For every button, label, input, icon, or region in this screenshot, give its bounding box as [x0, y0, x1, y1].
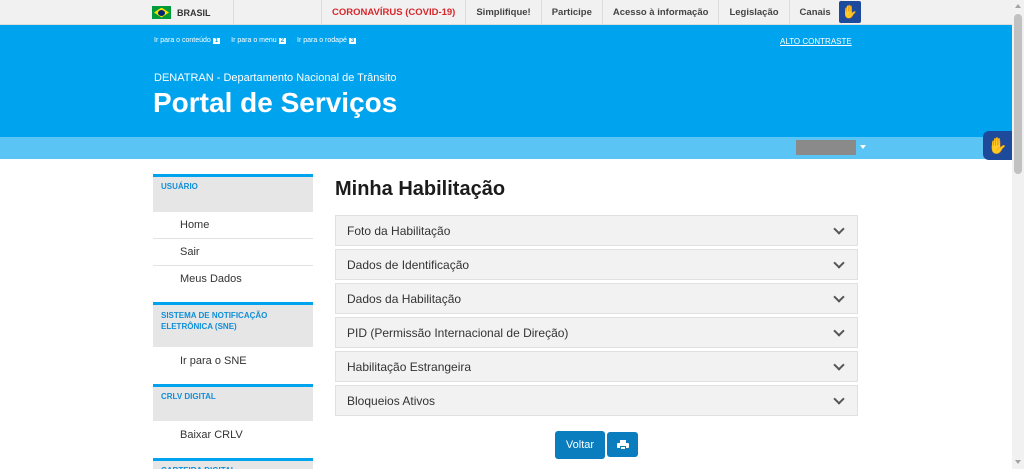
gov-links: CORONAVÍRUS (COVID-19) Simplifique! Part… — [321, 0, 842, 25]
print-button[interactable] — [607, 432, 638, 457]
gov-link-covid[interactable]: CORONAVÍRUS (COVID-19) — [321, 0, 465, 25]
gov-link-participe[interactable]: Participe — [540, 0, 602, 25]
accordion-item-identificacao[interactable]: Dados de Identificação — [335, 249, 858, 280]
page-root: BRASIL CORONAVÍRUS (COVID-19) Simplifiqu… — [0, 0, 1024, 469]
sidebar: USUÁRIO Home Sair Meus Dados SISTEMA DE … — [153, 174, 313, 469]
accordion-item-habilitacao[interactable]: Dados da Habilitação — [335, 283, 858, 314]
skip-link-footer[interactable]: Ir para o rodapé 3 — [297, 37, 357, 44]
accordion-label: Habilitação Estrangeira — [347, 359, 472, 374]
country-label: BRASIL — [177, 7, 211, 18]
back-button[interactable]: Voltar — [555, 431, 605, 459]
brazil-flag-icon — [152, 6, 171, 19]
chevron-down-icon — [833, 291, 845, 303]
accordion-label: Dados de Identificação — [347, 257, 470, 272]
site-header: Ir para o conteúdo 1 Ir para o menu 2 Ir p… — [0, 25, 1012, 137]
gov-link-legislacao[interactable]: Legislação — [718, 0, 788, 25]
sidebar-item-sair[interactable]: Sair — [153, 239, 313, 266]
user-bar — [0, 137, 1012, 159]
accordion-label: PID (Permissão Internacional de Direção) — [347, 325, 569, 340]
sidebar-section-usuario: USUÁRIO — [153, 174, 313, 212]
sidebar-item-baixar-crlv[interactable]: Baixar CRLV — [153, 421, 313, 448]
accordion-item-pid[interactable]: PID (Permissão Internacional de Direção) — [335, 317, 858, 348]
gov-bar: BRASIL CORONAVÍRUS (COVID-19) Simplifiqu… — [0, 0, 1012, 25]
high-contrast-link[interactable]: ALTO CONTRASTE — [780, 37, 852, 46]
skip-links: Ir para o conteúdo 1 Ir para o menu 2 Ir p… — [154, 37, 357, 44]
portal-title[interactable]: Portal de Serviços — [153, 87, 397, 119]
chevron-down-icon — [833, 359, 845, 371]
skip-link-menu[interactable]: Ir para o menu 2 — [231, 37, 287, 44]
accordion-label: Bloqueios Ativos — [347, 393, 436, 408]
page-title: Minha Habilitação — [335, 178, 506, 200]
accordion-item-foto[interactable]: Foto da Habilitação — [335, 215, 858, 246]
gov-brasil-link[interactable]: BRASIL — [152, 5, 211, 20]
accordion-item-bloqueios[interactable]: Bloqueios Ativos — [335, 385, 858, 416]
scrollbar[interactable] — [1012, 0, 1024, 469]
user-menu-button[interactable] — [796, 140, 856, 155]
gov-link-acesso-informacao[interactable]: Acesso à informação — [601, 0, 719, 25]
caret-down-icon[interactable] — [860, 145, 866, 149]
org-name: DENATRAN - Departamento Nacional de Trân… — [154, 72, 397, 84]
chevron-down-icon — [833, 257, 845, 269]
scroll-up-icon[interactable] — [1015, 4, 1021, 8]
accordion-label: Foto da Habilitação — [347, 223, 451, 238]
gov-link-simplifique[interactable]: Simplifique! — [465, 0, 540, 25]
chevron-down-icon — [833, 325, 845, 337]
sidebar-section-sne: SISTEMA DE NOTIFICAÇÃO ELETRÔNICA (SNE) — [153, 302, 313, 347]
chevron-down-icon — [833, 223, 845, 235]
chevron-down-icon — [833, 393, 845, 405]
sidebar-section-carteira-digital: CARTEIRA DIGITAL — [153, 458, 313, 469]
sign-language-icon[interactable]: ✋ — [839, 1, 861, 23]
accordion: Foto da Habilitação Dados de Identificaç… — [335, 215, 858, 419]
divider — [233, 0, 234, 25]
sidebar-item-home[interactable]: Home — [153, 212, 313, 239]
accordion-item-estrangeira[interactable]: Habilitação Estrangeira — [335, 351, 858, 382]
skip-link-content[interactable]: Ir para o conteúdo 1 — [154, 37, 221, 44]
sidebar-section-crlv: CRLV DIGITAL — [153, 384, 313, 421]
printer-icon — [616, 439, 629, 450]
sidebar-item-ir-para-sne[interactable]: Ir para o SNE — [153, 347, 313, 374]
accordion-label: Dados da Habilitação — [347, 291, 462, 306]
gov-link-canais[interactable]: Canais — [788, 0, 842, 25]
vlibras-icon[interactable]: ✋ — [983, 131, 1012, 160]
scroll-thumb[interactable] — [1014, 14, 1022, 174]
sidebar-item-meus-dados[interactable]: Meus Dados — [153, 266, 313, 292]
scroll-down-icon[interactable] — [1015, 460, 1021, 464]
